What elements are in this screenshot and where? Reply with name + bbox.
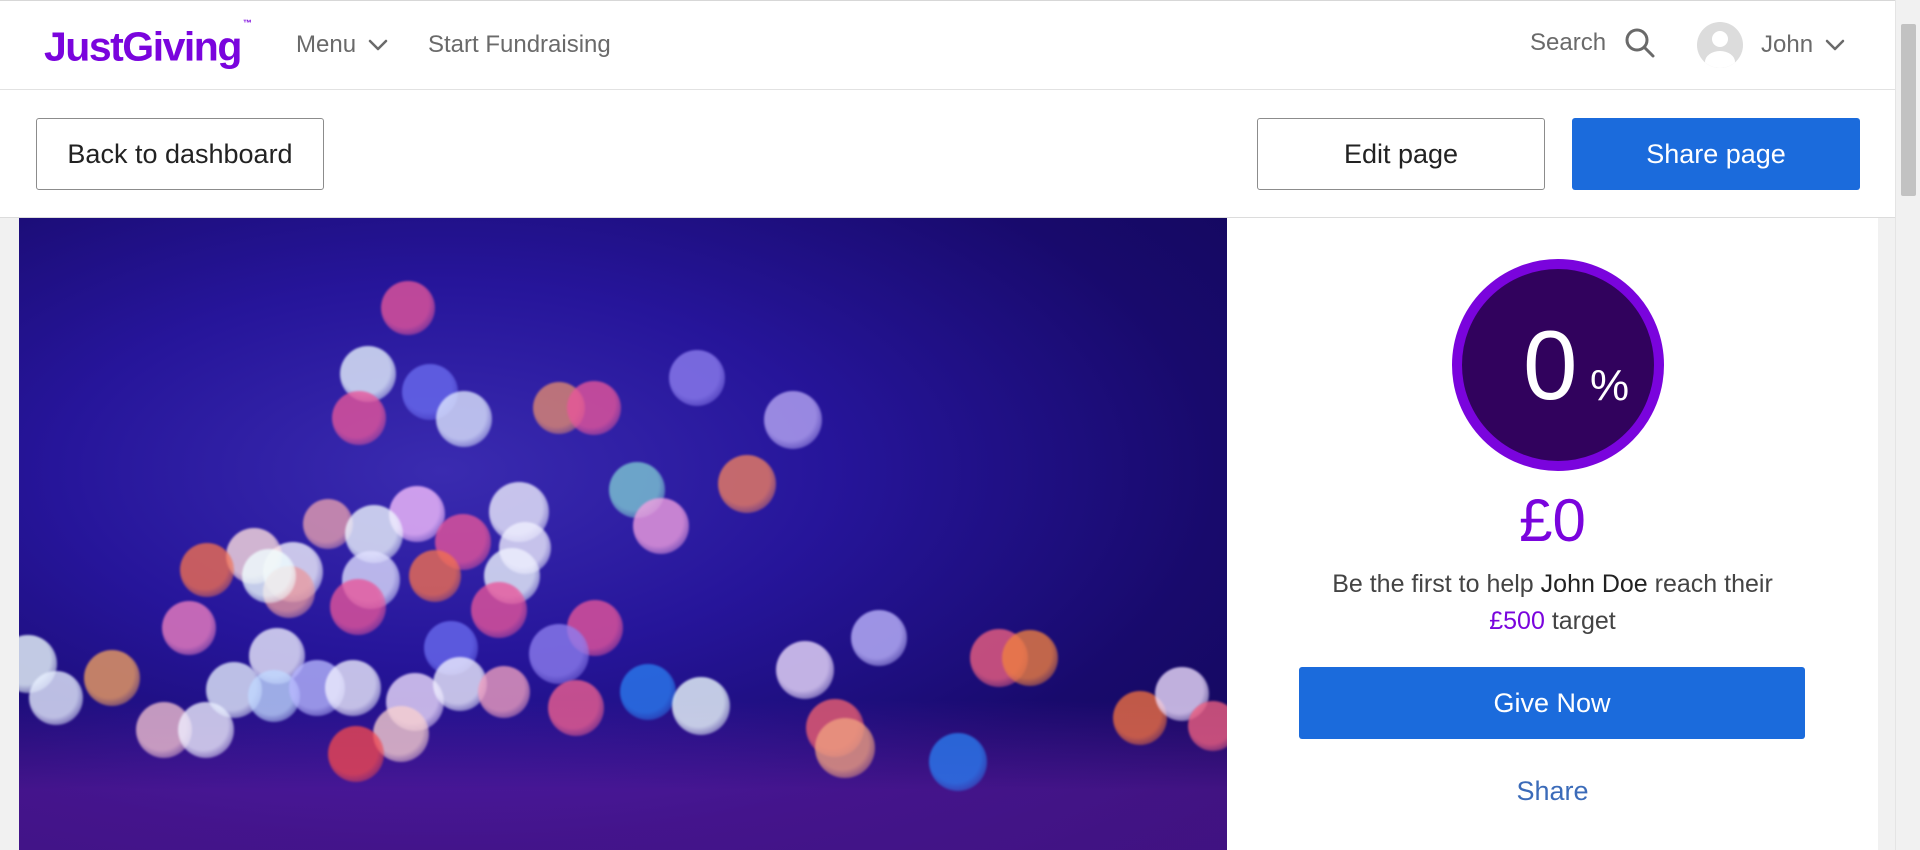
bokeh-light [330, 579, 386, 635]
user-menu[interactable]: John [1697, 22, 1845, 68]
bokeh-light [499, 522, 551, 574]
bokeh-light [929, 733, 987, 791]
page-scrollbar[interactable] [1895, 0, 1920, 850]
start-fundraising-link[interactable]: Start Fundraising [428, 30, 611, 60]
help-prefix: Be the first to help [1332, 570, 1534, 598]
bokeh-light [620, 664, 676, 720]
bokeh-light [84, 650, 140, 706]
donation-panel: 0 % £0 Be the first to help John Doe rea… [1227, 218, 1878, 850]
user-avatar-icon [1697, 22, 1743, 68]
chevron-down-icon [1825, 39, 1845, 51]
bokeh-light [436, 391, 492, 447]
bokeh-light [332, 391, 386, 445]
logo-trademark: ™ [242, 18, 252, 28]
bokeh-light [1002, 630, 1058, 686]
page-action-bar: Back to dashboard Edit page Share page [0, 90, 1895, 218]
bokeh-light [381, 281, 435, 335]
logo-text: JustGiving [44, 23, 242, 70]
bokeh-light [815, 718, 875, 778]
progress-percent: 0 [1523, 310, 1578, 420]
menu-label: Menu [296, 31, 357, 58]
bokeh-light [529, 624, 589, 684]
cover-image [19, 218, 1227, 850]
top-navigation-bar: JustGiving™ Menu Start Fundraising Searc… [0, 0, 1895, 90]
help-middle: reach their [1654, 570, 1773, 598]
bokeh-light [180, 543, 234, 597]
bokeh-light [29, 671, 83, 725]
bokeh-light [567, 381, 621, 435]
bokeh-light [776, 641, 834, 699]
fundraiser-name: John Doe [1540, 570, 1648, 598]
progress-ring: 0 % [1452, 259, 1664, 471]
bokeh-light [633, 498, 689, 554]
progress-percent-sign: % [1590, 361, 1630, 410]
bokeh-light [718, 455, 776, 513]
bokeh-light [548, 680, 604, 736]
target-amount: £500 [1489, 607, 1545, 635]
justgiving-logo[interactable]: JustGiving™ [44, 18, 252, 72]
bokeh-light [409, 550, 461, 602]
chevron-down-icon [368, 39, 388, 51]
edit-page-button[interactable]: Edit page [1257, 118, 1545, 190]
bokeh-light [325, 660, 381, 716]
search-button[interactable]: Search [1530, 27, 1656, 59]
bokeh-light [478, 666, 530, 718]
user-name: John [1761, 31, 1814, 58]
bokeh-light [242, 549, 296, 603]
scrollbar-thumb[interactable] [1901, 24, 1916, 196]
share-link[interactable]: Share [1227, 776, 1878, 807]
back-to-dashboard-button[interactable]: Back to dashboard [36, 118, 324, 190]
bokeh-light [851, 610, 907, 666]
help-suffix: target [1551, 607, 1616, 635]
bokeh-light [328, 726, 384, 782]
fundraising-help-text: Be the first to help John Doe reach thei… [1287, 566, 1818, 640]
search-label: Search [1530, 29, 1607, 56]
share-page-button[interactable]: Share page [1572, 118, 1860, 190]
bokeh-light [764, 391, 822, 449]
menu-dropdown[interactable]: Menu [296, 30, 388, 60]
give-now-button[interactable]: Give Now [1299, 667, 1805, 739]
amount-raised: £0 [1519, 487, 1586, 554]
bokeh-light [471, 582, 527, 638]
bokeh-light [672, 677, 730, 735]
bokeh-light [669, 350, 725, 406]
search-icon [1625, 28, 1655, 58]
bokeh-light [162, 601, 216, 655]
